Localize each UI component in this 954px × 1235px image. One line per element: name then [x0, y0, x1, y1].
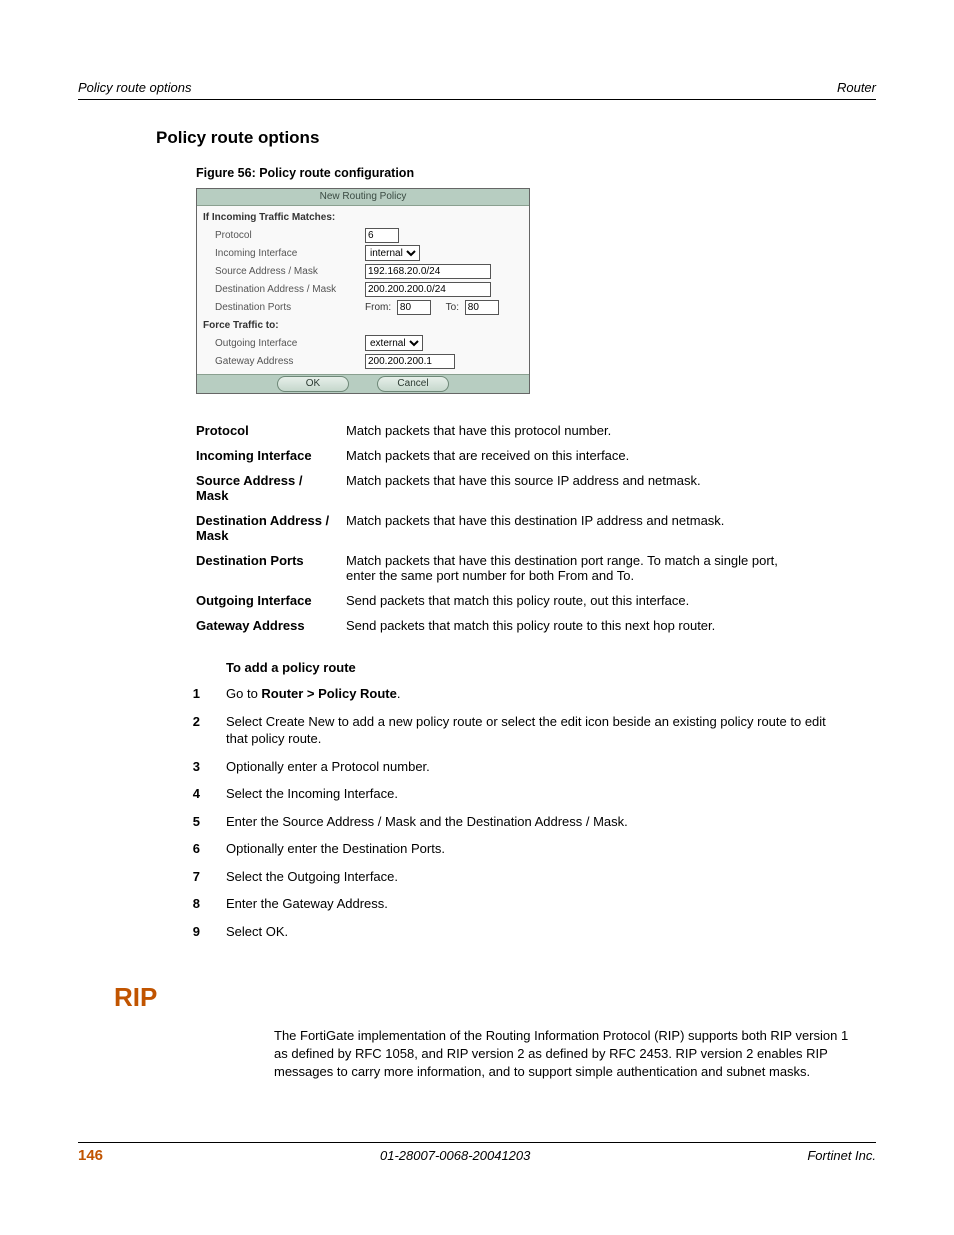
group-incoming: If Incoming Traffic Matches:	[203, 212, 353, 223]
rule-top	[78, 99, 876, 100]
step-text: Enter the Source Address / Mask and the …	[226, 813, 836, 831]
def-term: Destination Address / Mask	[196, 508, 346, 548]
def-term: Outgoing Interface	[196, 588, 346, 613]
routing-policy-panel: New Routing Policy If Incoming Traffic M…	[196, 188, 530, 394]
destination-address-input[interactable]	[365, 282, 491, 297]
port-to-input[interactable]	[465, 300, 499, 315]
step-text: Select the Incoming Interface.	[226, 785, 836, 803]
step-number: 2	[176, 713, 200, 748]
company-name: Fortinet Inc.	[807, 1148, 876, 1163]
rip-body: The FortiGate implementation of the Rout…	[274, 1027, 854, 1080]
outgoing-interface-label: Outgoing Interface	[203, 338, 365, 349]
destination-address-label: Destination Address / Mask	[203, 284, 365, 295]
steps-list: 1 Go to Router > Policy Route. 2 Select C…	[176, 685, 836, 940]
def-desc: Match packets that have this destination…	[346, 508, 806, 548]
step-text: Select Create New to add a new policy ro…	[226, 713, 836, 748]
def-term: Protocol	[196, 418, 346, 443]
step-number: 7	[176, 868, 200, 886]
step-number: 5	[176, 813, 200, 831]
steps-title: To add a policy route	[226, 660, 876, 675]
source-address-label: Source Address / Mask	[203, 266, 365, 277]
doc-id: 01-28007-0068-20041203	[380, 1148, 530, 1163]
def-term: Source Address / Mask	[196, 468, 346, 508]
gateway-address-input[interactable]	[365, 354, 455, 369]
step-number: 9	[176, 923, 200, 941]
def-desc: Match packets that have this destination…	[346, 548, 806, 588]
ok-button[interactable]: OK	[277, 376, 349, 392]
incoming-interface-select[interactable]: internal	[365, 245, 420, 261]
def-desc: Match packets that have this protocol nu…	[346, 418, 806, 443]
from-label: From:	[365, 302, 391, 313]
step-number: 6	[176, 840, 200, 858]
def-term: Incoming Interface	[196, 443, 346, 468]
protocol-input[interactable]	[365, 228, 399, 243]
def-term: Destination Ports	[196, 548, 346, 588]
def-term: Gateway Address	[196, 613, 346, 638]
step-text: Select OK.	[226, 923, 836, 941]
def-desc: Match packets that are received on this …	[346, 443, 806, 468]
step-text: Optionally enter the Destination Ports.	[226, 840, 836, 858]
to-label: To:	[446, 302, 459, 313]
panel-title: New Routing Policy	[197, 189, 529, 206]
cancel-button[interactable]: Cancel	[377, 376, 449, 392]
rule-bottom	[78, 1142, 876, 1143]
source-address-input[interactable]	[365, 264, 491, 279]
rip-heading: RIP	[114, 982, 876, 1013]
def-desc: Send packets that match this policy rout…	[346, 613, 806, 638]
step-text: Enter the Gateway Address.	[226, 895, 836, 913]
section-title: Policy route options	[156, 128, 876, 148]
figure-caption: Figure 56: Policy route configuration	[196, 166, 876, 180]
incoming-interface-label: Incoming Interface	[203, 248, 365, 259]
step-number: 1	[176, 685, 200, 703]
running-head-right: Router	[837, 80, 876, 95]
port-from-input[interactable]	[397, 300, 431, 315]
step-number: 4	[176, 785, 200, 803]
gateway-address-label: Gateway Address	[203, 356, 365, 367]
running-head-left: Policy route options	[78, 80, 191, 95]
step-text: Optionally enter a Protocol number.	[226, 758, 836, 776]
step-text: Go to Router > Policy Route.	[226, 685, 836, 703]
destination-ports-label: Destination Ports	[203, 302, 365, 313]
step-text: Select the Outgoing Interface.	[226, 868, 836, 886]
outgoing-interface-select[interactable]: external	[365, 335, 423, 351]
group-force: Force Traffic to:	[203, 320, 353, 331]
protocol-label: Protocol	[203, 230, 365, 241]
def-desc: Match packets that have this source IP a…	[346, 468, 806, 508]
step-number: 3	[176, 758, 200, 776]
step-number: 8	[176, 895, 200, 913]
page-number: 146	[78, 1147, 103, 1164]
def-desc: Send packets that match this policy rout…	[346, 588, 806, 613]
definition-table: ProtocolMatch packets that have this pro…	[196, 418, 806, 638]
